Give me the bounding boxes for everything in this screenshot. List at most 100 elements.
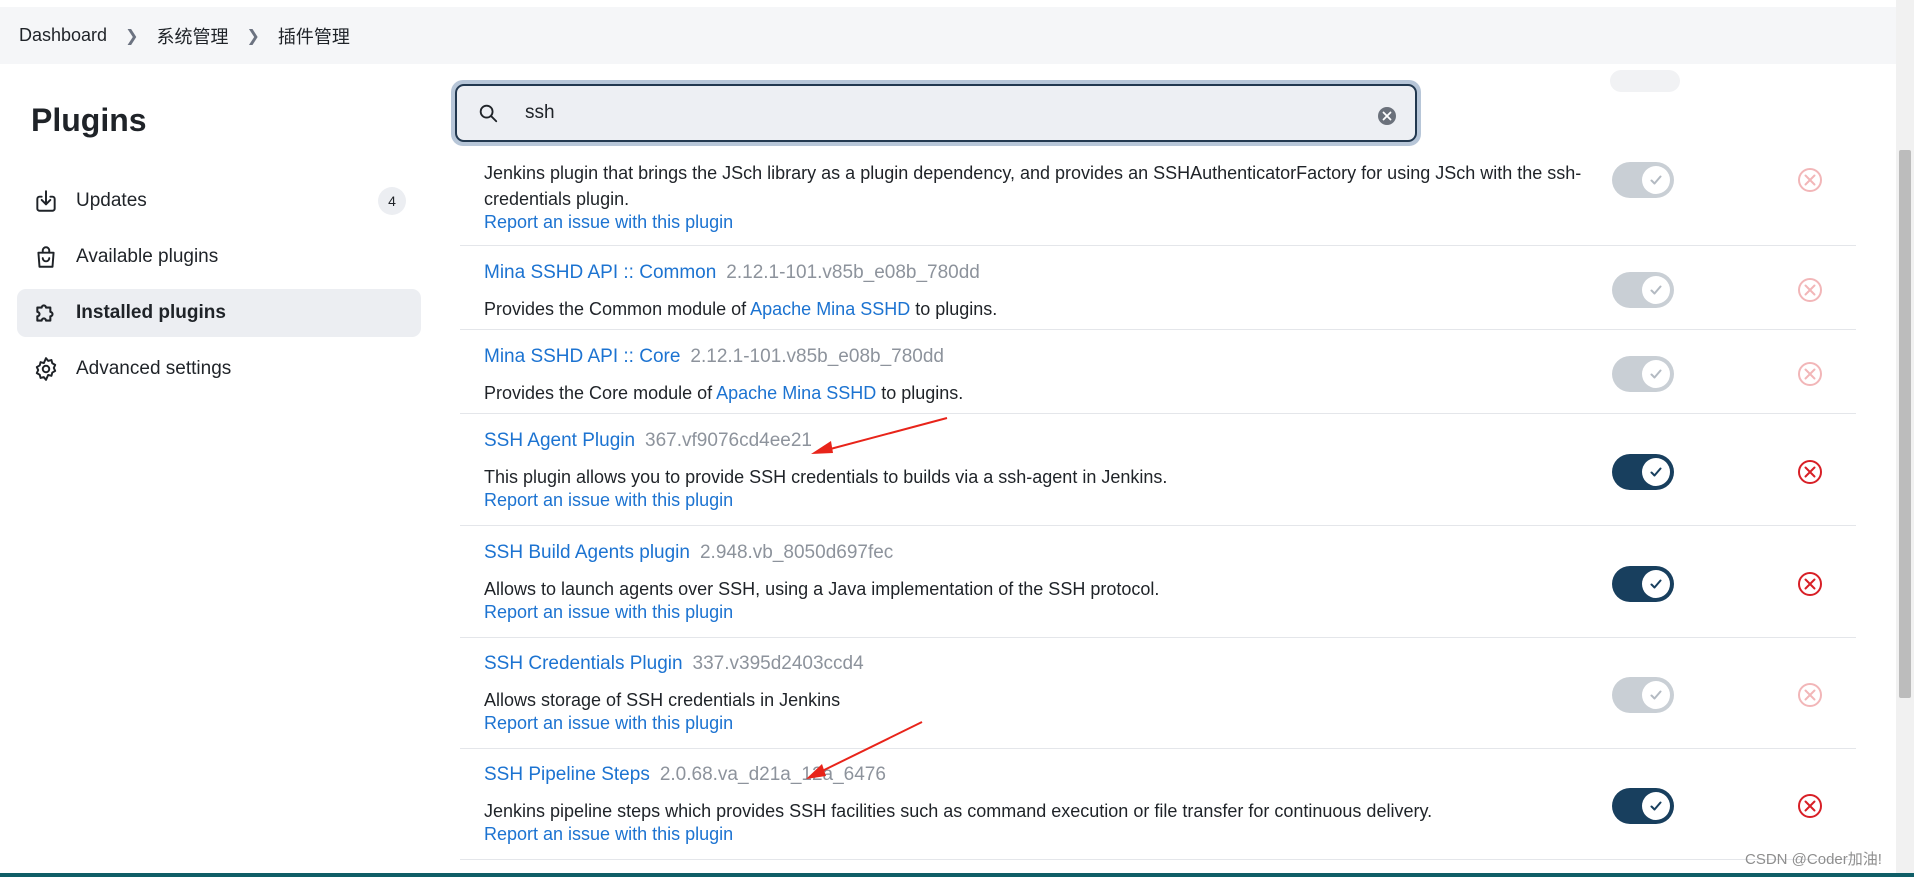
plugin-title: SSH Agent Plugin 367.vf9076cd4ee21: [484, 430, 812, 452]
toggle-knob: [1642, 276, 1670, 304]
shopping-bag-icon: [32, 243, 60, 271]
report-issue-link[interactable]: Report an issue with this plugin: [484, 713, 733, 734]
scrollbar-thumb[interactable]: [1899, 150, 1911, 698]
uninstall-button[interactable]: [1796, 458, 1824, 486]
sidebar-item-installed-plugins[interactable]: Installed plugins: [17, 289, 421, 337]
description-text: Jenkins plugin that brings the JSch libr…: [484, 163, 1582, 209]
close-circle-icon: [1798, 794, 1822, 818]
sidebar-item-label: Updates: [76, 190, 147, 211]
plugin-title: SSH Credentials Plugin 337.v395d2403ccd4: [484, 653, 864, 675]
check-icon: [1650, 369, 1662, 379]
plugin-name-link[interactable]: SSH Build Agents plugin: [484, 542, 690, 563]
plugin-version: 367.vf9076cd4ee21: [645, 430, 812, 451]
sidebar-item-updates[interactable]: Updates 4: [17, 177, 421, 225]
enable-toggle[interactable]: [1612, 677, 1674, 713]
plugin-description: Provides the Common module of Apache Min…: [484, 296, 1614, 322]
plugin-description: Provides the Core module of Apache Mina …: [484, 380, 1614, 406]
check-icon: [1650, 175, 1662, 185]
plugin-title: SSH Build Agents plugin 2.948.vb_8050d697…: [484, 542, 893, 564]
uninstall-button[interactable]: [1796, 166, 1824, 194]
close-circle-icon: [1798, 460, 1822, 484]
search-box: [455, 84, 1417, 142]
puzzle-icon: [32, 299, 60, 327]
plugin-description: This plugin allows you to provide SSH cr…: [484, 464, 1614, 490]
column-header-enabled: [1610, 70, 1680, 92]
enable-toggle[interactable]: [1612, 272, 1674, 308]
breadcrumb-system-management[interactable]: 系统管理: [156, 23, 228, 49]
page-title: Plugins: [31, 102, 147, 138]
search-input[interactable]: [523, 101, 1347, 125]
plugin-name-link[interactable]: SSH Credentials Plugin: [484, 653, 683, 674]
enable-toggle[interactable]: [1612, 788, 1674, 824]
enable-toggle[interactable]: [1612, 162, 1674, 198]
table-row: SSH Build Agents plugin 2.948.vb_8050d697…: [460, 530, 1856, 638]
description-text: Jenkins pipeline steps which provides SS…: [484, 801, 1433, 821]
table-row: Mina SSHD API :: Common 2.12.1-101.v85b_e…: [460, 250, 1856, 330]
description-text: Allows to launch agents over SSH, using …: [484, 579, 1160, 599]
plugin-name-link[interactable]: SSH Agent Plugin: [484, 430, 635, 451]
toggle-knob: [1642, 360, 1670, 388]
report-issue-link[interactable]: Report an issue with this plugin: [484, 824, 733, 845]
description-text: to plugins.: [910, 299, 998, 319]
toggle-knob: [1642, 166, 1670, 194]
close-circle-icon: [1798, 572, 1822, 596]
toggle-knob: [1642, 458, 1670, 486]
enable-toggle[interactable]: [1612, 454, 1674, 490]
report-issue-link[interactable]: Report an issue with this plugin: [484, 602, 733, 623]
uninstall-button[interactable]: [1796, 276, 1824, 304]
close-circle-icon: [1798, 362, 1822, 386]
plugin-version: 2.12.1-101.v85b_e08b_780dd: [726, 262, 980, 283]
plugin-name-link[interactable]: Mina SSHD API :: Core: [484, 346, 680, 367]
table-row: SSH Agent Plugin 367.vf9076cd4ee21 This pl…: [460, 418, 1856, 526]
chevron-right-icon: ❯: [125, 27, 139, 45]
plugin-description: Jenkins pipeline steps which provides SS…: [484, 798, 1614, 824]
description-link[interactable]: Apache Mina SSHD: [716, 383, 876, 403]
description-text: Provides the Common module of: [484, 299, 751, 319]
description-text: Provides the Core module of: [484, 383, 717, 403]
uninstall-button[interactable]: [1796, 360, 1824, 388]
check-icon: [1650, 467, 1662, 477]
plugin-name-link[interactable]: Mina SSHD API :: Common: [484, 262, 716, 283]
top-strip: [0, 0, 1914, 7]
description-text: Allows storage of SSH credentials in Jen…: [484, 690, 841, 710]
watermark: CSDN @Coder加油!: [1745, 851, 1882, 868]
clear-search-icon[interactable]: [1377, 106, 1397, 126]
plugin-version: 2.0.68.va_d21a_12a_6476: [659, 764, 886, 785]
close-circle-icon: [1798, 278, 1822, 302]
sidebar-item-available-plugins[interactable]: Available plugins: [17, 233, 421, 281]
chevron-right-icon: ❯: [246, 27, 260, 45]
description-text: to plugins.: [876, 383, 964, 403]
description-text: This plugin allows you to provide SSH cr…: [484, 467, 1168, 487]
table-row: Jenkins plugin that brings the JSch libr…: [460, 150, 1856, 246]
check-icon: [1650, 579, 1662, 589]
table-row: SSH Credentials Plugin 337.v395d2403ccd4 A…: [460, 641, 1856, 749]
sidebar-item-label: Installed plugins: [76, 302, 226, 323]
search-icon: [479, 104, 498, 123]
bottom-border: [0, 873, 1914, 877]
breadcrumb-plugin-management[interactable]: 插件管理: [278, 23, 350, 49]
table-row: Mina SSHD API :: Core 2.12.1-101.v85b_e08…: [460, 334, 1856, 414]
enable-toggle[interactable]: [1612, 356, 1674, 392]
report-issue-link[interactable]: Report an issue with this plugin: [484, 490, 733, 511]
download-icon: [32, 187, 60, 215]
uninstall-button[interactable]: [1796, 570, 1824, 598]
description-link[interactable]: Apache Mina SSHD: [750, 299, 910, 319]
plugin-description: Allows to launch agents over SSH, using …: [484, 576, 1614, 602]
uninstall-button[interactable]: [1796, 792, 1824, 820]
plugin-title: SSH Pipeline Steps 2.0.68.va_d21a_12a_647…: [484, 764, 886, 786]
toggle-knob: [1642, 681, 1670, 709]
plugin-name-link[interactable]: SSH Pipeline Steps: [484, 764, 650, 785]
plugin-description: Jenkins plugin that brings the JSch libr…: [484, 160, 1614, 212]
uninstall-button[interactable]: [1796, 681, 1824, 709]
close-circle-icon: [1798, 168, 1822, 192]
plugin-title: Mina SSHD API :: Common 2.12.1-101.v85b_e…: [484, 262, 980, 284]
breadcrumb: Dashboard ❯ 系统管理 ❯ 插件管理: [0, 7, 1896, 64]
breadcrumb-dashboard[interactable]: Dashboard: [19, 25, 107, 46]
table-row: SSH Pipeline Steps 2.0.68.va_d21a_12a_647…: [460, 752, 1856, 860]
sidebar-item-label: Available plugins: [76, 246, 219, 267]
report-issue-link[interactable]: Report an issue with this plugin: [484, 212, 733, 233]
plugin-description: Allows storage of SSH credentials in Jen…: [484, 687, 1614, 713]
enable-toggle[interactable]: [1612, 566, 1674, 602]
search-focus-ring: [451, 80, 1421, 146]
sidebar-item-advanced-settings[interactable]: Advanced settings: [17, 345, 421, 393]
